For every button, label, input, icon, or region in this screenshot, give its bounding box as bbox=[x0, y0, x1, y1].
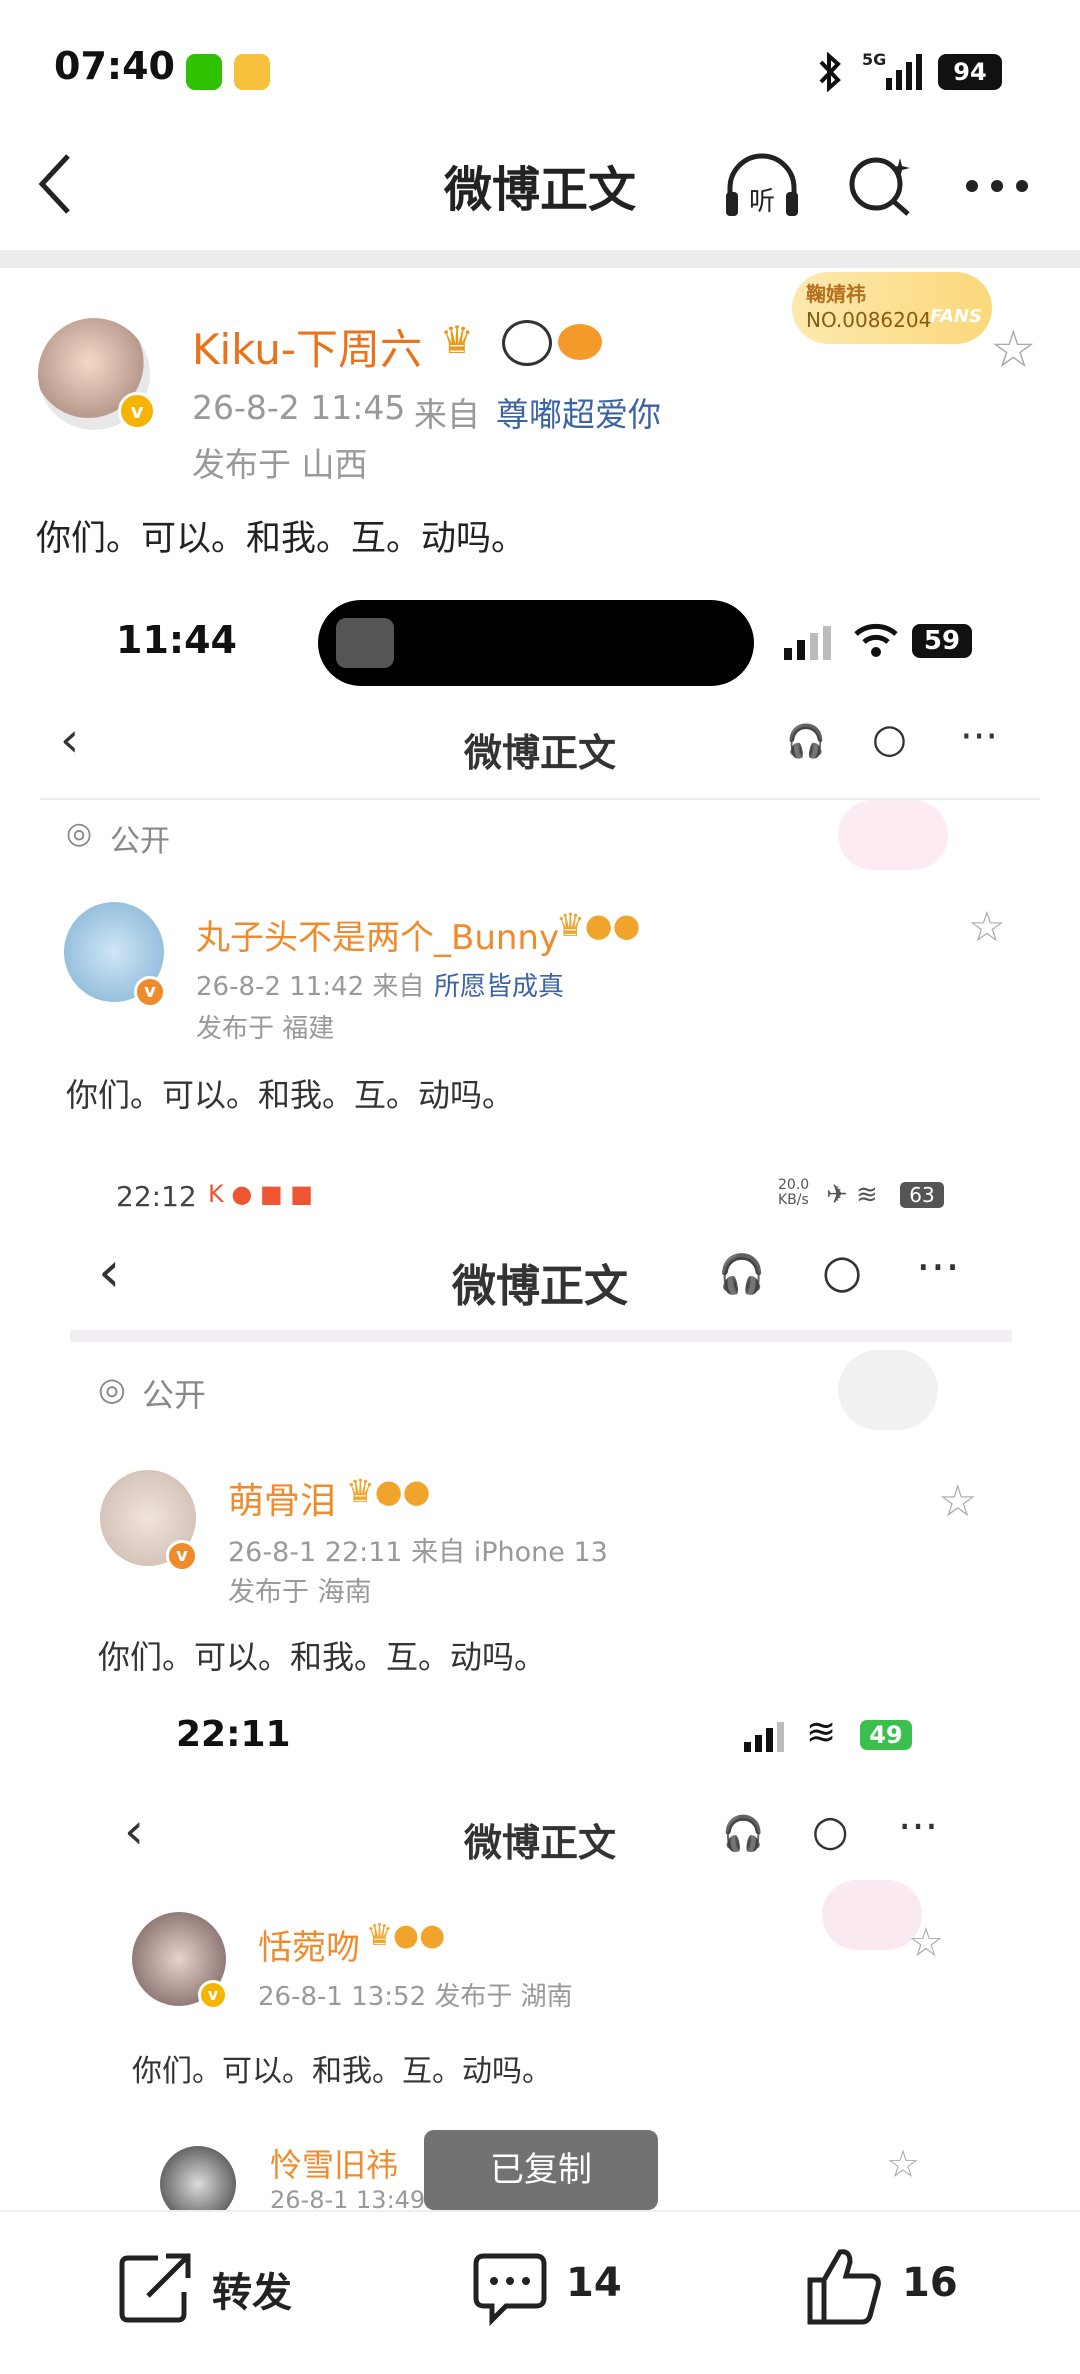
fans-badge-number: NO.0086204 bbox=[806, 308, 932, 332]
repost-label[interactable]: 转发 bbox=[212, 2260, 292, 2318]
shot1-more-icon: ··· bbox=[960, 714, 999, 760]
shot3-next-username: 怜雪旧祎 bbox=[270, 2146, 399, 2184]
status-time: 07:40 bbox=[54, 44, 175, 88]
shot3-verified-icon: v bbox=[198, 1980, 228, 2010]
favorite-star-icon[interactable]: ☆ bbox=[990, 320, 1037, 380]
shot3-more-icon: ··· bbox=[898, 1802, 939, 1851]
shot1-verified-icon: v bbox=[134, 976, 166, 1008]
shot1-island-thumb bbox=[336, 618, 394, 668]
shot2-username: 萌骨泪 bbox=[228, 1481, 337, 1522]
shot1-badges-icon: ♛●● bbox=[556, 906, 641, 944]
repost-icon[interactable] bbox=[118, 2252, 194, 2324]
shot3-time: 22:11 bbox=[176, 1714, 291, 1755]
shot1-time: 11:44 bbox=[116, 618, 237, 662]
shot1-text: 你们。可以。和我。互。动吗。 bbox=[66, 1076, 515, 1114]
shot3-badges-icon: ♛●● bbox=[366, 1918, 446, 1953]
comment-icon[interactable] bbox=[472, 2252, 548, 2326]
post-date: 26-8-2 11:45 bbox=[192, 388, 406, 427]
shot2-verified-icon: v bbox=[166, 1540, 198, 1572]
shot1-globe-icon: ◎ bbox=[66, 816, 93, 851]
more-icon[interactable] bbox=[964, 176, 1030, 196]
post-text: 你们。可以。和我。互。动吗。 bbox=[36, 519, 527, 559]
fans-badge[interactable]: 鞠婧祎 NO.0086204 FANS bbox=[792, 272, 992, 344]
shot2-text: 你们。可以。和我。互。动吗。 bbox=[98, 1638, 547, 1676]
verified-badge-icon: v bbox=[118, 392, 156, 430]
shot2-app-icons: K ● ■ ■ bbox=[208, 1180, 313, 1208]
signal-icon bbox=[886, 54, 922, 90]
shot1-search-icon: ○ bbox=[872, 716, 907, 762]
wechat-icon bbox=[186, 54, 222, 90]
shot3-star-icon: ☆ bbox=[908, 1920, 944, 1966]
shot3-sticker bbox=[822, 1880, 922, 1950]
like-icon[interactable] bbox=[806, 2246, 884, 2326]
shot2-search-icon: ○ bbox=[822, 1244, 863, 1298]
shot2-sticker bbox=[838, 1350, 938, 1430]
header-divider bbox=[0, 250, 1080, 268]
bottom-action-bar: 转发 14 16 bbox=[0, 2210, 1080, 2374]
shot2-listen-icon: 🎧 bbox=[718, 1252, 766, 1296]
weibo-icon bbox=[234, 54, 270, 90]
panda-badge-icon bbox=[502, 320, 552, 366]
shot1-visibility: 公开 bbox=[110, 824, 170, 859]
shot2-visibility: 公开 bbox=[142, 1376, 207, 1414]
shot1-sticker bbox=[838, 800, 948, 870]
fans-badge-tag: FANS bbox=[930, 306, 982, 327]
shot1-wifi-icon bbox=[854, 623, 898, 657]
bluetooth-icon bbox=[819, 52, 841, 92]
shot2-more-icon: ··· bbox=[916, 1240, 960, 1294]
battery-indicator: 94 bbox=[938, 54, 1002, 90]
fans-badge-name: 鞠婧祎 bbox=[806, 282, 866, 306]
shot3-signal-icon bbox=[744, 1722, 784, 1752]
shot1-battery: 59 bbox=[912, 624, 972, 658]
shot3-next-avatar bbox=[160, 2146, 236, 2210]
shot3-wifi-icon: ≋ bbox=[806, 1712, 837, 1753]
shot1-source: 所愿皆成真 bbox=[434, 972, 565, 1002]
shot1-location: 发布于 福建 bbox=[196, 1014, 335, 1044]
comment-count[interactable]: 14 bbox=[566, 2260, 622, 2306]
shot2-time: 22:12 bbox=[116, 1180, 197, 1213]
shot3-text: 你们。可以。和我。互。动吗。 bbox=[132, 2054, 552, 2089]
shot3-next-star-icon: ☆ bbox=[886, 2142, 921, 2186]
shot2-battery: 63 bbox=[900, 1182, 944, 1208]
page-title: 微博正文 bbox=[443, 162, 636, 218]
fish-badge-icon bbox=[558, 324, 602, 360]
post-username[interactable]: Kiku-下周六 bbox=[192, 316, 422, 377]
post-image[interactable]: 11:44 59 ‹ 微博正文 🎧 ○ ··· ◎ 公开 v 丸子头不是两个_B… bbox=[0, 580, 1080, 2210]
post-location: 发布于 山西 bbox=[192, 445, 368, 484]
shot1-star-icon: ☆ bbox=[968, 902, 1006, 951]
like-count[interactable]: 16 bbox=[902, 2260, 958, 2306]
shot1-listen-icon: 🎧 bbox=[786, 722, 826, 760]
shot2-status-icons: ✈ ≋ bbox=[826, 1180, 878, 1210]
shot2-star-icon: ☆ bbox=[938, 1476, 978, 1527]
shot2-divider bbox=[70, 1330, 1012, 1342]
shot2-location: 发布于 海南 bbox=[228, 1577, 372, 1608]
network-label: 5G bbox=[862, 50, 887, 69]
svg-text:听: 听 bbox=[749, 187, 775, 217]
post-source-link[interactable]: 尊嘟超爱你 bbox=[496, 388, 661, 436]
shot1-username: 丸子头不是两个_Bunny bbox=[196, 918, 560, 958]
copied-toast: 已复制 bbox=[424, 2130, 658, 2210]
shot1-signal-icon bbox=[784, 626, 831, 660]
shot1-meta: 26-8-2 11:42 来自 bbox=[196, 972, 425, 1002]
shot2-badges-icon: ♛●● bbox=[346, 1472, 431, 1510]
shot3-next-meta: 26-8-1 13:49 bbox=[270, 2186, 426, 2210]
shot2-globe-icon: ◎ bbox=[98, 1370, 126, 1408]
shot2-meta: 26-8-1 22:11 来自 iPhone 13 bbox=[228, 1537, 608, 1568]
shot2-speed: 20.0 KB/s bbox=[778, 1177, 810, 1208]
shot3-username: 恬菀吻 bbox=[258, 1928, 360, 1968]
shot3-listen-icon: 🎧 bbox=[722, 1814, 765, 1854]
post-source-prefix: 来自 bbox=[414, 395, 480, 434]
shot3-search-icon: ○ bbox=[812, 1806, 849, 1855]
shot3-battery: 49 bbox=[860, 1720, 912, 1750]
crown-badge-icon: ♛ bbox=[440, 318, 475, 362]
shot3-meta: 26-8-1 13:52 发布于 湖南 bbox=[258, 1982, 573, 2012]
listen-icon[interactable]: 听 bbox=[722, 152, 802, 222]
shot1-title: 微博正文 bbox=[463, 731, 616, 775]
search-icon[interactable] bbox=[848, 152, 914, 218]
